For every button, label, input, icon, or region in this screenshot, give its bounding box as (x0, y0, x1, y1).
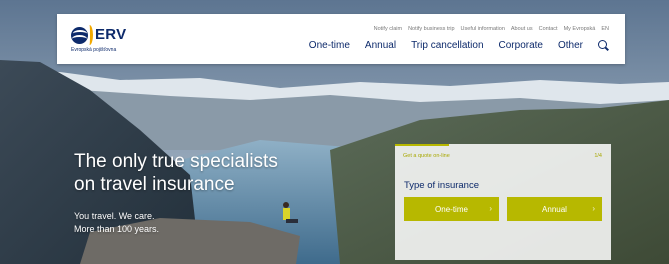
hero-headline-line-1: The only true specialists (74, 151, 278, 172)
utility-link-my-evropska[interactable]: My Evropská (564, 26, 596, 32)
option-one-time-label: One-time (435, 204, 468, 214)
logo-wordmark: ERV (95, 26, 127, 43)
hero-headline-line-2: on travel insurance (74, 174, 235, 195)
nav-item-one-time[interactable]: One-time (309, 40, 350, 51)
chevron-right-icon: › (592, 204, 595, 213)
language-switch[interactable]: EN (601, 26, 609, 32)
quote-progress-bar (395, 144, 449, 146)
hero-tagline-line-2: More than 100 years. (74, 224, 160, 234)
nav-item-annual[interactable]: Annual (365, 40, 396, 51)
utility-nav: Notify claim Notify business trip Useful… (374, 26, 609, 32)
chevron-right-icon: › (489, 204, 492, 213)
nav-item-trip-cancellation[interactable]: Trip cancellation (411, 40, 483, 51)
utility-link-about-us[interactable]: About us (511, 26, 533, 32)
logo-subtitle: Evropská pojišťovna (71, 47, 117, 53)
hero-headline: The only true specialists on travel insu… (74, 150, 278, 196)
quote-step-indicator: 1/4 (594, 153, 602, 159)
nav-item-corporate[interactable]: Corporate (499, 40, 543, 51)
option-annual-label: Annual (542, 204, 567, 214)
utility-link-useful-information[interactable]: Useful information (461, 26, 505, 32)
get-quote-link[interactable]: Get a quote on-line (403, 153, 450, 159)
site-header: ERV Evropská pojišťovna Notify claim Not… (57, 14, 625, 64)
erv-swoosh-icon (86, 25, 93, 45)
main-nav: One-time Annual Trip cancellation Corpor… (309, 40, 609, 51)
hero-tagline-line-1: You travel. We care. (74, 211, 155, 221)
utility-link-notify-business-trip[interactable]: Notify business trip (408, 26, 454, 32)
search-icon[interactable] (598, 40, 609, 51)
option-annual-button[interactable]: Annual › (507, 197, 602, 221)
insurance-type-heading: Type of insurance (404, 180, 479, 191)
nav-item-other[interactable]: Other (558, 40, 583, 51)
hero-tagline: You travel. We care. More than 100 years… (74, 210, 159, 236)
quote-widget: Get a quote on-line 1/4 Type of insuranc… (395, 144, 611, 260)
option-one-time-button[interactable]: One-time › (404, 197, 499, 221)
utility-link-contact[interactable]: Contact (539, 26, 558, 32)
erv-logo[interactable]: ERV Evropská pojišťovna (71, 25, 141, 53)
utility-link-notify-claim[interactable]: Notify claim (374, 26, 402, 32)
